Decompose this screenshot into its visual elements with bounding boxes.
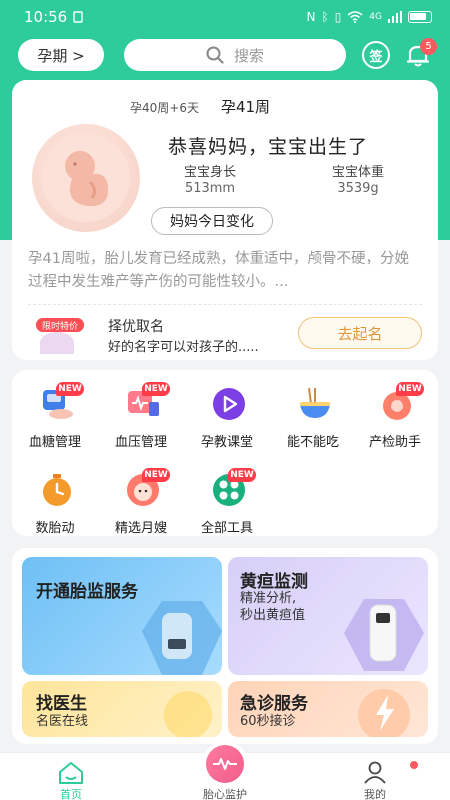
go-naming-button[interactable]: 去起名 xyxy=(298,317,422,349)
mine-notification-dot xyxy=(410,761,418,769)
find-doctor-title: 找医生 xyxy=(36,694,87,714)
new-badge: NEW xyxy=(142,382,170,396)
new-badge: NEW xyxy=(228,468,256,482)
tool-can-eat[interactable]: 能不能吃 xyxy=(270,376,356,450)
nfc-icon: N xyxy=(306,10,316,24)
tool-label: 血压管理 xyxy=(114,435,167,450)
status-bar: 10:56 N ᛒ ▯ 4G xyxy=(0,0,450,34)
signal-icon xyxy=(388,11,402,23)
tool-label: 全部工具 xyxy=(200,521,253,536)
bluetooth-icon: ᛒ xyxy=(321,10,329,24)
tab-monitor-label: 胎心监护 xyxy=(203,788,247,800)
fetal-monitor-device-icon xyxy=(142,601,222,675)
current-week-tab[interactable]: 孕41周 xyxy=(221,96,270,117)
tab-mine-label: 我的 xyxy=(364,788,386,800)
new-badge: NEW xyxy=(142,468,170,482)
jaundice-sub2: 秒出黄疸值 xyxy=(240,608,306,623)
search-placeholder: 搜索 xyxy=(233,46,264,65)
baby-weight-value: 3539g xyxy=(337,181,379,196)
bottom-tab-bar: 首页 胎心监护 我的 xyxy=(0,741,450,800)
jaundice-sub1: 精准分析, xyxy=(240,591,297,606)
vibrate-icon: ▯ xyxy=(334,10,342,24)
find-doctor-service-card[interactable]: 找医生 名医在线 xyxy=(22,681,222,737)
notification-badge: 5 xyxy=(420,38,437,55)
tool-label: 产检助手 xyxy=(368,435,421,450)
heartbeat-icon xyxy=(213,758,237,770)
search-bar[interactable]: 搜索 xyxy=(124,39,346,71)
pregnancy-card: 孕40周+6天 孕41周 恭喜妈妈，宝宝出生了 宝宝身长 513mm 宝宝体重 … xyxy=(12,80,438,360)
fetal-monitor-service-card[interactable]: 开通胎监服务 xyxy=(22,557,222,675)
baby-weight-label: 宝宝体重 xyxy=(332,165,385,180)
promo-title[interactable]: 择优取名 xyxy=(108,316,164,336)
search-icon xyxy=(206,46,224,64)
tool-label: 能不能吃 xyxy=(286,435,339,450)
fetus-icon xyxy=(42,134,130,222)
fetal-heart-button[interactable] xyxy=(202,741,248,787)
doctor-icon xyxy=(164,691,212,737)
signal-label: 4G xyxy=(369,12,382,22)
emergency-service-card[interactable]: 急诊服务 60秒接诊 xyxy=(228,681,428,737)
tab-home[interactable]: 首页 xyxy=(26,753,116,800)
tool-blood-pressure[interactable]: NEW 血压管理 xyxy=(98,376,184,450)
pregnancy-description[interactable]: 孕41周啦，胎儿发育已经成熟，体重适中，颅骨不硬，分娩过程中发生难产等产伤的可能… xyxy=(28,248,422,294)
find-doctor-sub: 名医在线 xyxy=(36,714,89,729)
stage-selector-button[interactable]: 孕期 > xyxy=(18,39,104,71)
sim-icon xyxy=(73,11,83,23)
services-card: 开通胎监服务 黄疸监测 精准分析, 秒出黄疸值 找医生 名医在线 急诊服务 60… xyxy=(12,548,438,744)
status-time: 10:56 xyxy=(24,8,68,26)
play-class-icon xyxy=(213,388,245,420)
sign-in-button[interactable]: 签 xyxy=(362,41,390,69)
lightning-icon xyxy=(358,689,410,737)
tab-home-label: 首页 xyxy=(60,788,82,800)
tools-grid: NEW 血糖管理 NEW 血压管理 孕教课堂 能不能吃 NEW 产检助手 数胎动… xyxy=(12,370,438,536)
congrats-title: 恭喜妈妈，宝宝出生了 xyxy=(168,136,369,158)
baby-illustration xyxy=(32,124,140,232)
new-badge: NEW xyxy=(56,382,84,396)
promo-subtitle[interactable]: 好的名字可以对孩子的..... xyxy=(108,336,259,355)
promo-tag: 限时特价 xyxy=(36,318,84,332)
tool-label: 精选月嫂 xyxy=(114,521,167,536)
tab-mine[interactable]: 我的 xyxy=(330,753,420,800)
timer-icon xyxy=(43,474,71,506)
tool-nanny[interactable]: NEW 精选月嫂 xyxy=(98,462,184,536)
tool-all[interactable]: NEW 全部工具 xyxy=(184,462,270,536)
emergency-sub: 60秒接诊 xyxy=(240,714,296,729)
jaundice-title: 黄疸监测 xyxy=(240,572,308,592)
baby-length-stat: 宝宝身长 513mm xyxy=(184,165,236,197)
battery-icon xyxy=(408,11,432,23)
tool-blood-sugar[interactable]: NEW 血糖管理 xyxy=(12,376,98,450)
fetal-monitor-title: 开通胎监服务 xyxy=(36,582,138,602)
card-divider xyxy=(28,304,422,305)
tool-label: 血糖管理 xyxy=(28,435,81,450)
tool-label: 孕教课堂 xyxy=(200,435,253,450)
user-icon xyxy=(364,761,386,784)
jaundice-meter-icon xyxy=(344,599,424,671)
baby-length-label: 宝宝身长 xyxy=(184,165,237,180)
baby-weight-stat: 宝宝体重 3539g xyxy=(332,165,384,197)
new-badge: NEW xyxy=(396,382,424,396)
baby-length-value: 513mm xyxy=(184,181,236,196)
tool-label: 数胎动 xyxy=(35,521,75,536)
emergency-title: 急诊服务 xyxy=(240,694,308,714)
home-icon xyxy=(59,762,83,784)
wifi-icon xyxy=(347,11,363,23)
tool-checkup[interactable]: NEW 产检助手 xyxy=(352,376,438,450)
previous-week-tab[interactable]: 孕40周+6天 xyxy=(130,99,199,116)
mom-today-change-button[interactable]: 妈妈今日变化 xyxy=(151,207,273,235)
jaundice-service-card[interactable]: 黄疸监测 精准分析, 秒出黄疸值 xyxy=(228,557,428,675)
week-selector[interactable]: 孕40周+6天 孕41周 xyxy=(130,96,270,117)
tool-class[interactable]: 孕教课堂 xyxy=(184,376,270,450)
tool-fetal-movement[interactable]: 数胎动 xyxy=(12,462,98,536)
top-header: 孕期 > 搜索 签 5 xyxy=(0,36,450,74)
promo-image xyxy=(40,332,74,354)
food-bowl-icon xyxy=(300,387,330,418)
